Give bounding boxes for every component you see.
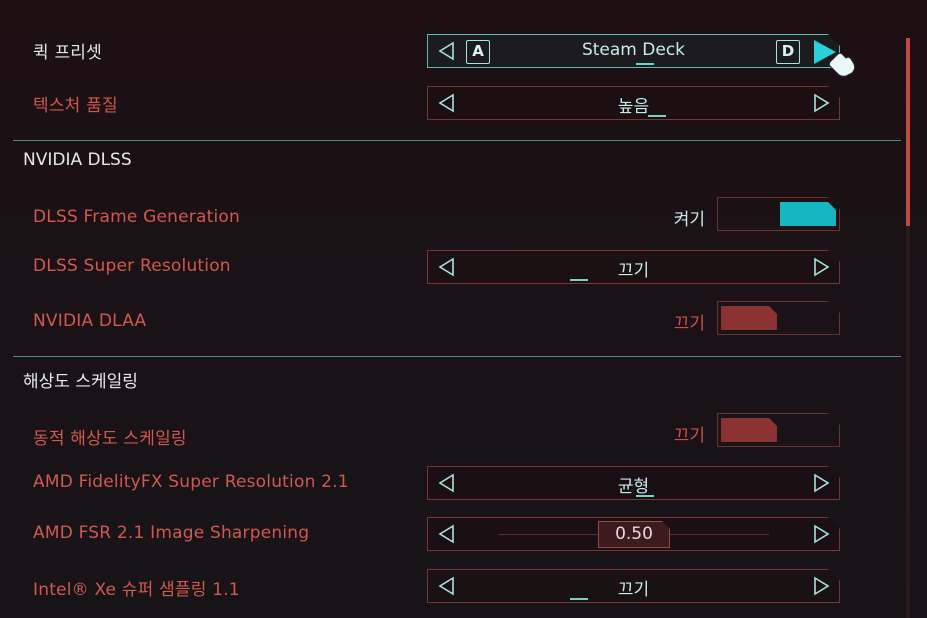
dynamic-resolution-label: 동적 해상도 스케일링 — [33, 429, 187, 449]
texture-quality-selector[interactable]: 높음 — [427, 86, 840, 120]
option-indicator — [648, 115, 666, 117]
amd-fsr-sharpening-label: AMD FSR 2.1 Image Sharpening — [33, 523, 310, 543]
intel-xe-label: Intel® Xe 슈퍼 샘플링 1.1 — [33, 580, 240, 600]
option-indicator — [636, 495, 654, 497]
section-title-dlss: NVIDIA DLSS — [23, 150, 132, 170]
option-indicator — [570, 279, 588, 281]
scrollbar-thumb[interactable] — [906, 38, 910, 226]
intel-xe-selector[interactable]: 끄기 — [427, 569, 840, 603]
nvidia-dlaa-label: NVIDIA DLAA — [33, 311, 147, 331]
amd-fsr-sharpening-slider[interactable]: 0.50 — [427, 517, 840, 551]
left-arrow-icon[interactable] — [437, 524, 457, 544]
texture-quality-label: 텍스처 품질 — [33, 96, 118, 116]
toggle-knob — [721, 418, 777, 442]
amd-fsr-selector[interactable]: 균형 — [427, 466, 840, 500]
dlss-super-resolution-label: DLSS Super Resolution — [33, 256, 231, 276]
dlss-frame-generation-toggle[interactable] — [717, 197, 840, 231]
keycap-d: D — [776, 40, 800, 64]
dynamic-resolution-toggle[interactable] — [717, 413, 840, 447]
slider-thumb[interactable]: 0.50 — [598, 521, 670, 548]
right-arrow-icon[interactable] — [811, 524, 831, 544]
option-indicator — [636, 63, 654, 65]
right-arrow-icon[interactable] — [811, 257, 831, 277]
amd-fsr-label: AMD FidelityFX Super Resolution 2.1 — [33, 472, 349, 492]
nvidia-dlaa-toggle[interactable] — [717, 301, 840, 335]
nvidia-dlaa-state: 끄기 — [673, 314, 705, 334]
toggle-knob — [780, 202, 836, 226]
quick-preset-selector[interactable]: A Steam Deck D — [427, 34, 840, 68]
dynamic-resolution-state: 끄기 — [673, 426, 705, 446]
hand-pointer-icon — [814, 40, 856, 77]
right-arrow-icon[interactable] — [811, 473, 831, 493]
section-divider — [13, 140, 901, 141]
option-indicator — [570, 598, 588, 600]
texture-quality-value: 높음 — [617, 97, 650, 117]
right-arrow-icon[interactable] — [811, 93, 831, 113]
amd-fsr-value: 균형 — [617, 477, 650, 497]
toggle-knob — [721, 306, 777, 330]
dlss-frame-generation-label: DLSS Frame Generation — [33, 207, 240, 227]
dlss-frame-generation-state: 켜기 — [673, 210, 705, 230]
intel-xe-value: 끄기 — [617, 580, 650, 600]
section-title-scaling: 해상도 스케일링 — [23, 372, 138, 392]
section-divider — [13, 356, 901, 357]
dlss-super-resolution-selector[interactable]: 끄기 — [427, 250, 840, 284]
quick-preset-label: 퀵 프리셋 — [33, 43, 102, 63]
right-arrow-icon[interactable] — [811, 576, 831, 596]
dlss-super-resolution-value: 끄기 — [617, 261, 650, 281]
